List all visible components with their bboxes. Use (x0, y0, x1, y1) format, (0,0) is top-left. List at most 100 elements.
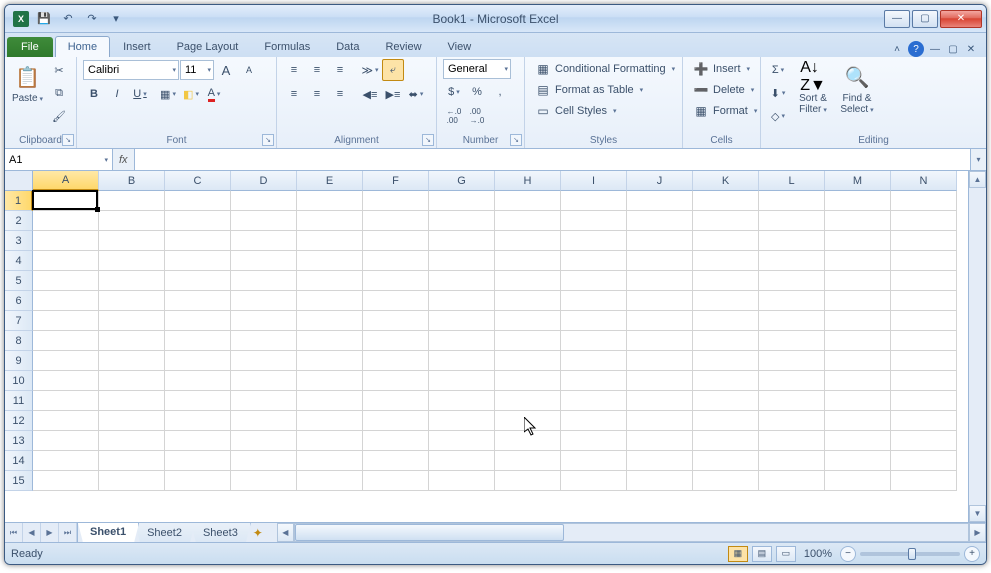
cell[interactable] (297, 451, 363, 471)
paste-button[interactable]: 📋 Paste▾ (11, 59, 44, 107)
cell[interactable] (99, 471, 165, 491)
border-button[interactable]: ▦▾ (157, 83, 179, 105)
cell[interactable] (561, 351, 627, 371)
cell[interactable] (363, 211, 429, 231)
cell[interactable] (693, 211, 759, 231)
row-header[interactable]: 7 (5, 311, 33, 331)
cell[interactable] (99, 231, 165, 251)
cell[interactable] (561, 411, 627, 431)
cell[interactable] (561, 191, 627, 211)
undo-button[interactable]: ↶ (57, 8, 79, 30)
cell[interactable] (33, 291, 99, 311)
cell[interactable] (495, 371, 561, 391)
cell[interactable] (363, 371, 429, 391)
cell[interactable] (561, 311, 627, 331)
row-header[interactable]: 2 (5, 211, 33, 231)
cell[interactable] (297, 231, 363, 251)
cell[interactable] (363, 291, 429, 311)
cell[interactable] (363, 451, 429, 471)
cell[interactable] (759, 331, 825, 351)
cell[interactable] (297, 351, 363, 371)
find-select-button[interactable]: 🔍 Find & Select▾ (837, 59, 877, 118)
cell[interactable] (759, 231, 825, 251)
sort-filter-button[interactable]: A↓Z▼ Sort & Filter▾ (793, 59, 833, 118)
cell[interactable] (231, 271, 297, 291)
insert-cells-button[interactable]: ➕Insert▾ (689, 59, 754, 79)
align-left-button[interactable]: ≡ (283, 83, 305, 105)
increase-decimal-button[interactable]: ←.0.00 (443, 105, 465, 127)
cell[interactable] (561, 371, 627, 391)
cell[interactable] (825, 391, 891, 411)
cell[interactable] (33, 431, 99, 451)
font-size-combo[interactable]: 11▾ (180, 60, 214, 80)
format-cells-button[interactable]: ▦Format▾ (689, 101, 761, 121)
cell[interactable] (297, 331, 363, 351)
column-header[interactable]: N (891, 171, 957, 191)
cell[interactable] (363, 331, 429, 351)
qat-customize-button[interactable]: ▾ (105, 8, 127, 30)
cell[interactable] (429, 191, 495, 211)
cell[interactable] (627, 391, 693, 411)
cell[interactable] (693, 271, 759, 291)
cell[interactable] (825, 371, 891, 391)
cell[interactable] (759, 471, 825, 491)
tab-insert[interactable]: Insert (110, 36, 164, 57)
help-icon[interactable]: ? (908, 41, 924, 57)
copy-button[interactable]: ⧉ (48, 82, 70, 104)
cell[interactable] (99, 431, 165, 451)
cell[interactable] (363, 411, 429, 431)
increase-indent-button[interactable]: ▶≡ (382, 83, 404, 105)
zoom-in-button[interactable]: + (964, 546, 980, 562)
scroll-down-button[interactable]: ▼ (969, 505, 986, 522)
cell[interactable] (33, 251, 99, 271)
cell[interactable] (759, 311, 825, 331)
last-sheet-button[interactable]: ⏭ (59, 523, 77, 542)
column-header[interactable]: J (627, 171, 693, 191)
cell[interactable] (429, 211, 495, 231)
font-dialog-launcher[interactable]: ↘ (262, 134, 274, 146)
row-header[interactable]: 12 (5, 411, 33, 431)
cell[interactable] (891, 231, 957, 251)
cell[interactable] (231, 391, 297, 411)
cell[interactable] (825, 451, 891, 471)
tab-data[interactable]: Data (323, 36, 372, 57)
cell[interactable] (165, 391, 231, 411)
zoom-slider[interactable] (860, 552, 960, 556)
decrease-decimal-button[interactable]: .00→.0 (466, 105, 488, 127)
cell[interactable] (693, 191, 759, 211)
cell[interactable] (297, 371, 363, 391)
cell[interactable] (99, 391, 165, 411)
cell[interactable] (429, 291, 495, 311)
cell[interactable] (363, 391, 429, 411)
cell[interactable] (33, 271, 99, 291)
cell[interactable] (759, 251, 825, 271)
column-header[interactable]: L (759, 171, 825, 191)
cell[interactable] (231, 351, 297, 371)
cell[interactable] (891, 371, 957, 391)
cell[interactable] (429, 331, 495, 351)
cell[interactable] (363, 271, 429, 291)
column-header[interactable]: G (429, 171, 495, 191)
cell[interactable] (495, 451, 561, 471)
cell[interactable] (165, 451, 231, 471)
cell[interactable] (627, 331, 693, 351)
align-middle-button[interactable]: ≡ (306, 59, 328, 81)
column-header[interactable]: M (825, 171, 891, 191)
cell[interactable] (297, 391, 363, 411)
cell[interactable] (165, 271, 231, 291)
cell[interactable] (495, 351, 561, 371)
column-header[interactable]: D (231, 171, 297, 191)
page-break-view-button[interactable]: ▭ (776, 546, 796, 562)
cell[interactable] (495, 271, 561, 291)
cell[interactable] (825, 191, 891, 211)
scroll-left-button[interactable]: ◀ (277, 523, 294, 542)
cell[interactable] (33, 211, 99, 231)
cell[interactable] (825, 351, 891, 371)
cell[interactable] (561, 231, 627, 251)
cell[interactable] (231, 231, 297, 251)
cell[interactable] (165, 311, 231, 331)
cell[interactable] (297, 411, 363, 431)
cell[interactable] (99, 291, 165, 311)
alignment-dialog-launcher[interactable]: ↘ (422, 134, 434, 146)
save-button[interactable]: 💾 (33, 8, 55, 30)
